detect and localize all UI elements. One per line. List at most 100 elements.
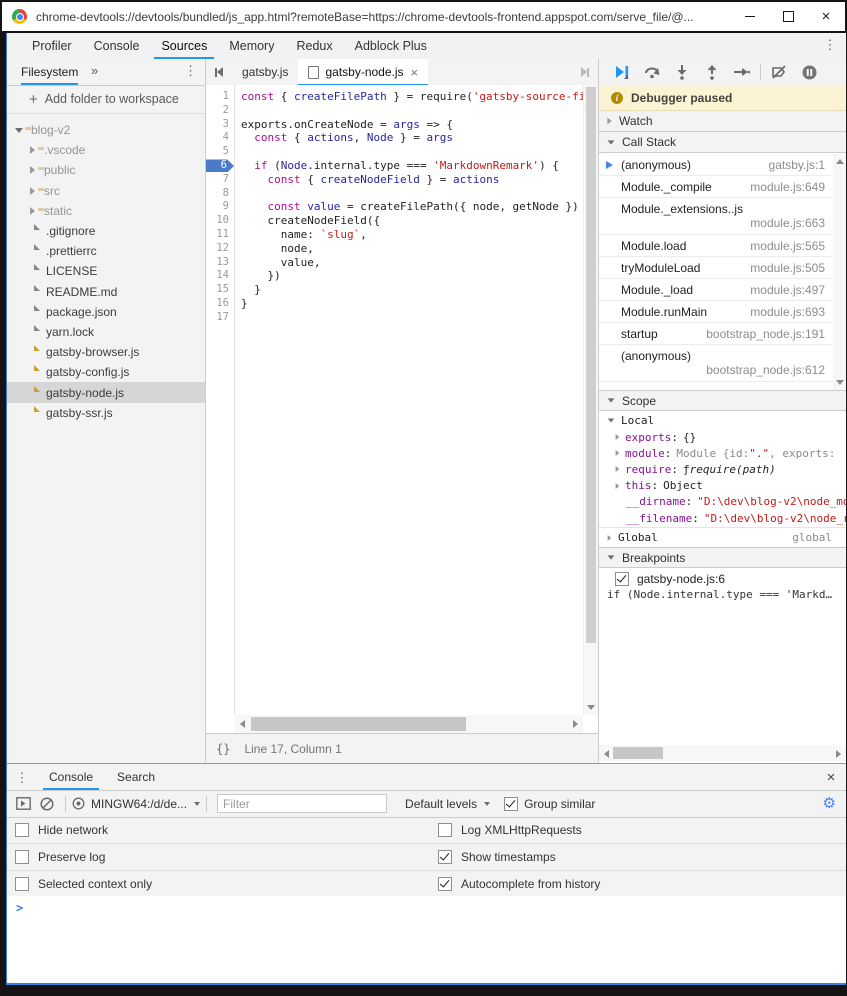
line-number-17[interactable]: 17 <box>206 311 234 325</box>
add-folder-to-workspace-button[interactable]: + Add folder to workspace <box>7 85 205 114</box>
panel-horizontal-scrollbar[interactable] <box>599 745 846 761</box>
tabs-scroll-right-icon[interactable] <box>572 59 598 85</box>
scroll-left-icon[interactable] <box>604 750 609 758</box>
clear-console-icon[interactable] <box>35 793 59 815</box>
line-number-14[interactable]: 14 <box>206 269 234 283</box>
minimize-button[interactable] <box>731 2 769 31</box>
breakpoint-marker[interactable]: 6 <box>206 159 234 172</box>
scroll-up-icon[interactable] <box>836 159 844 164</box>
setting-hide-network[interactable]: Hide network <box>15 817 108 843</box>
line-number-11[interactable]: 11 <box>206 228 234 242</box>
chevron-right-icon[interactable] <box>26 166 38 174</box>
breakpoint-checkbox[interactable] <box>615 572 629 586</box>
call-stack-frame-7[interactable]: startupbootstrap_node.js:191 <box>599 323 833 345</box>
editor-tab-gatsby-js[interactable]: gatsby.js <box>232 59 298 85</box>
scroll-left-icon[interactable] <box>240 720 245 728</box>
tree-item-yarn.lock[interactable]: yarn.lock <box>7 322 205 342</box>
tree-item-.prettierrc[interactable]: .prettierrc <box>7 241 205 261</box>
line-number-6[interactable]: 6 <box>206 159 234 173</box>
call-stack-frame-2[interactable]: Module._extensions..jsmodule.js:663 <box>599 198 833 235</box>
setting-show-timestamps[interactable]: Show timestamps <box>438 844 556 870</box>
chevron-down-icon[interactable] <box>194 802 200 806</box>
line-number-2[interactable]: 2 <box>206 104 234 118</box>
tree-item-public[interactable]: public <box>7 160 205 180</box>
tree-item-.gitignore[interactable]: .gitignore <box>7 221 205 241</box>
console-output[interactable]: > <box>7 896 846 983</box>
line-number-gutter[interactable]: 1234567891011121314151617 <box>206 85 235 715</box>
tab-drawer-search[interactable]: Search <box>105 764 167 790</box>
line-number-15[interactable]: 15 <box>206 283 234 297</box>
tree-item-gatsby-ssr.js[interactable]: gatsby-ssr.js <box>7 403 205 423</box>
scrollbar-thumb[interactable] <box>586 87 596 643</box>
scroll-down-icon[interactable] <box>587 705 595 710</box>
line-number-5[interactable]: 5 <box>206 145 234 159</box>
close-drawer-icon[interactable]: × <box>816 764 846 790</box>
scope-variable-__filename[interactable]: __filename:"D:\dev\blog-v2\node_r <box>599 510 846 526</box>
tab-filesystem[interactable]: Filesystem <box>21 59 78 85</box>
call-stack-frame-6[interactable]: Module.runMainmodule.js:693 <box>599 301 833 323</box>
main-menu-icon[interactable]: ⋮ <box>822 38 838 51</box>
section-watch[interactable]: Watch <box>599 111 846 132</box>
tree-item-README.md[interactable]: README.md <box>7 282 205 302</box>
scope-variable-this[interactable]: this:Object <box>599 478 846 494</box>
line-number-3[interactable]: 3 <box>206 118 234 132</box>
setting-autocomplete-from-history[interactable]: Autocomplete from history <box>438 871 600 897</box>
chevron-right-icon[interactable] <box>26 207 38 215</box>
chevron-down-icon[interactable] <box>13 128 25 133</box>
line-number-4[interactable]: 4 <box>206 131 234 145</box>
deactivate-breakpoints-icon[interactable] <box>764 61 794 83</box>
editor-vertical-scrollbar[interactable] <box>583 85 598 715</box>
tree-item-gatsby-browser.js[interactable]: gatsby-browser.js <box>7 342 205 362</box>
console-filter-input[interactable] <box>217 794 387 813</box>
tab-profiler[interactable]: Profiler <box>21 33 83 59</box>
step-icon[interactable] <box>727 61 757 83</box>
tree-item-package.json[interactable]: package.json <box>7 302 205 322</box>
tree-item-src[interactable]: src <box>7 181 205 201</box>
line-number-12[interactable]: 12 <box>206 242 234 256</box>
group-similar-checkbox[interactable] <box>504 797 518 811</box>
chevron-right-icon[interactable] <box>616 434 620 440</box>
tree-item-blog-v2[interactable]: blog-v2 <box>7 120 205 140</box>
step-out-icon[interactable] <box>697 61 727 83</box>
pretty-print-icon[interactable]: {} <box>216 742 230 756</box>
tree-item-LICENSE[interactable]: LICENSE <box>7 261 205 281</box>
scrollbar-thumb[interactable] <box>251 717 466 731</box>
scope-global[interactable]: Global global <box>599 527 846 547</box>
scrollbar-thumb[interactable] <box>613 747 663 759</box>
checkbox[interactable] <box>438 877 452 891</box>
show-console-sidebar-icon[interactable] <box>11 793 35 815</box>
call-stack-scrollbar[interactable] <box>833 154 846 390</box>
console-settings-gear-icon[interactable]: ⚙ <box>823 796 836 811</box>
checkbox[interactable] <box>15 850 29 864</box>
group-similar-setting[interactable]: Group similar <box>504 797 595 811</box>
chevron-right-icon[interactable] <box>616 483 620 489</box>
close-button[interactable]: × <box>807 2 845 31</box>
chevron-right-icon[interactable] <box>26 146 38 154</box>
pause-on-exceptions-icon[interactable] <box>794 61 824 83</box>
tab-sources[interactable]: Sources <box>150 33 218 59</box>
checkbox[interactable] <box>15 877 29 891</box>
checkbox[interactable] <box>438 850 452 864</box>
tree-item-.vscode[interactable]: .vscode <box>7 140 205 160</box>
maximize-button[interactable] <box>769 2 807 31</box>
tabs-scroll-left-icon[interactable] <box>206 59 232 85</box>
setting-log-xmlhttprequests[interactable]: Log XMLHttpRequests <box>438 817 582 843</box>
scroll-right-icon[interactable] <box>836 750 841 758</box>
chevron-right-icon[interactable] <box>616 450 620 456</box>
line-number-9[interactable]: 9 <box>206 200 234 214</box>
setting-selected-context-only[interactable]: Selected context only <box>15 871 152 897</box>
tab-console[interactable]: Console <box>83 33 151 59</box>
scroll-down-icon[interactable] <box>836 380 844 385</box>
execution-context-selector[interactable]: MINGW64:/d/de... <box>91 797 187 811</box>
console-prompt-chevron[interactable]: > <box>16 901 23 915</box>
call-stack-frame-0[interactable]: (anonymous)gatsby.js:1 <box>599 154 833 176</box>
scope-local[interactable]: Local <box>599 411 846 429</box>
checkbox[interactable] <box>438 823 452 837</box>
tab-adblock-plus[interactable]: Adblock Plus <box>344 33 438 59</box>
breakpoint-entry[interactable]: gatsby-node.js:6 <box>599 570 846 588</box>
tab-redux[interactable]: Redux <box>285 33 343 59</box>
section-scope[interactable]: Scope <box>599 390 846 411</box>
tree-item-static[interactable]: static <box>7 201 205 221</box>
line-number-1[interactable]: 1 <box>206 90 234 104</box>
editor-tab-gatsby-node-js[interactable]: gatsby-node.js × <box>298 59 428 85</box>
